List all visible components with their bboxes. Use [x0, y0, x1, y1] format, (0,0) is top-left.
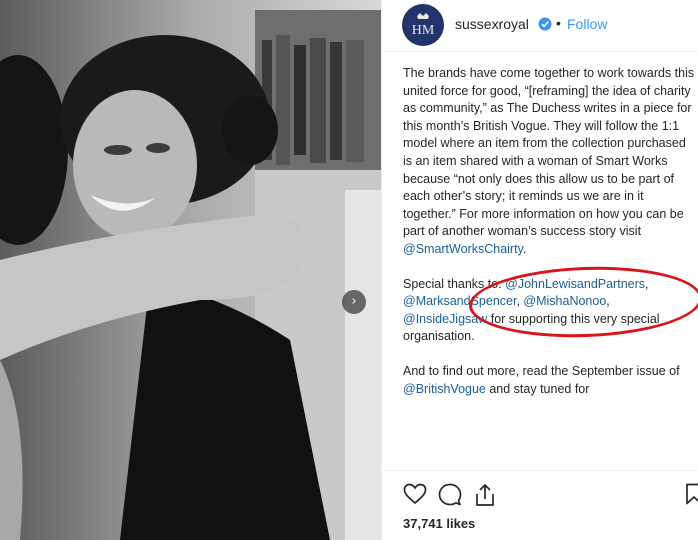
bookmark-icon[interactable] [685, 483, 698, 505]
next-photo-button[interactable]: › [342, 290, 366, 314]
monogram-logo: HM [403, 5, 443, 45]
caption-text: . [522, 241, 527, 256]
post-side-panel: HM sussexroyal • Follow The brands have … [381, 0, 698, 540]
post-actions-bar: 37,741 likes [382, 470, 698, 540]
photo-scene [0, 0, 381, 540]
caption-paragraph-1: The brands have come together to work to… [403, 65, 695, 259]
comment-icon[interactable] [438, 483, 462, 507]
verified-badge-icon [538, 17, 552, 31]
share-icon[interactable] [474, 483, 496, 507]
caption-text: and stay tuned for [485, 381, 590, 396]
post-caption: The brands have come together to work to… [403, 65, 695, 467]
account-username[interactable]: sussexroyal [455, 16, 529, 32]
likes-count[interactable]: 37,741 likes [403, 516, 475, 531]
caption-text: The brands have come together to work to… [403, 66, 695, 239]
mention-link[interactable]: @SmartWorksChairty [403, 242, 523, 256]
caption-text: And to find out more, read the September… [403, 363, 680, 378]
mention-link[interactable]: @BritishVogue [403, 382, 486, 396]
chevron-right-icon: › [351, 294, 357, 309]
heart-icon[interactable] [403, 483, 427, 505]
post-photo: › [0, 0, 381, 540]
follow-button[interactable]: Follow [567, 16, 607, 32]
caption-paragraph-3: And to find out more, read the September… [403, 363, 695, 398]
post-header: HM sussexroyal • Follow [382, 0, 698, 52]
separator-dot: • [556, 15, 561, 31]
svg-text:HM: HM [412, 23, 435, 38]
avatar[interactable]: HM [402, 4, 444, 46]
